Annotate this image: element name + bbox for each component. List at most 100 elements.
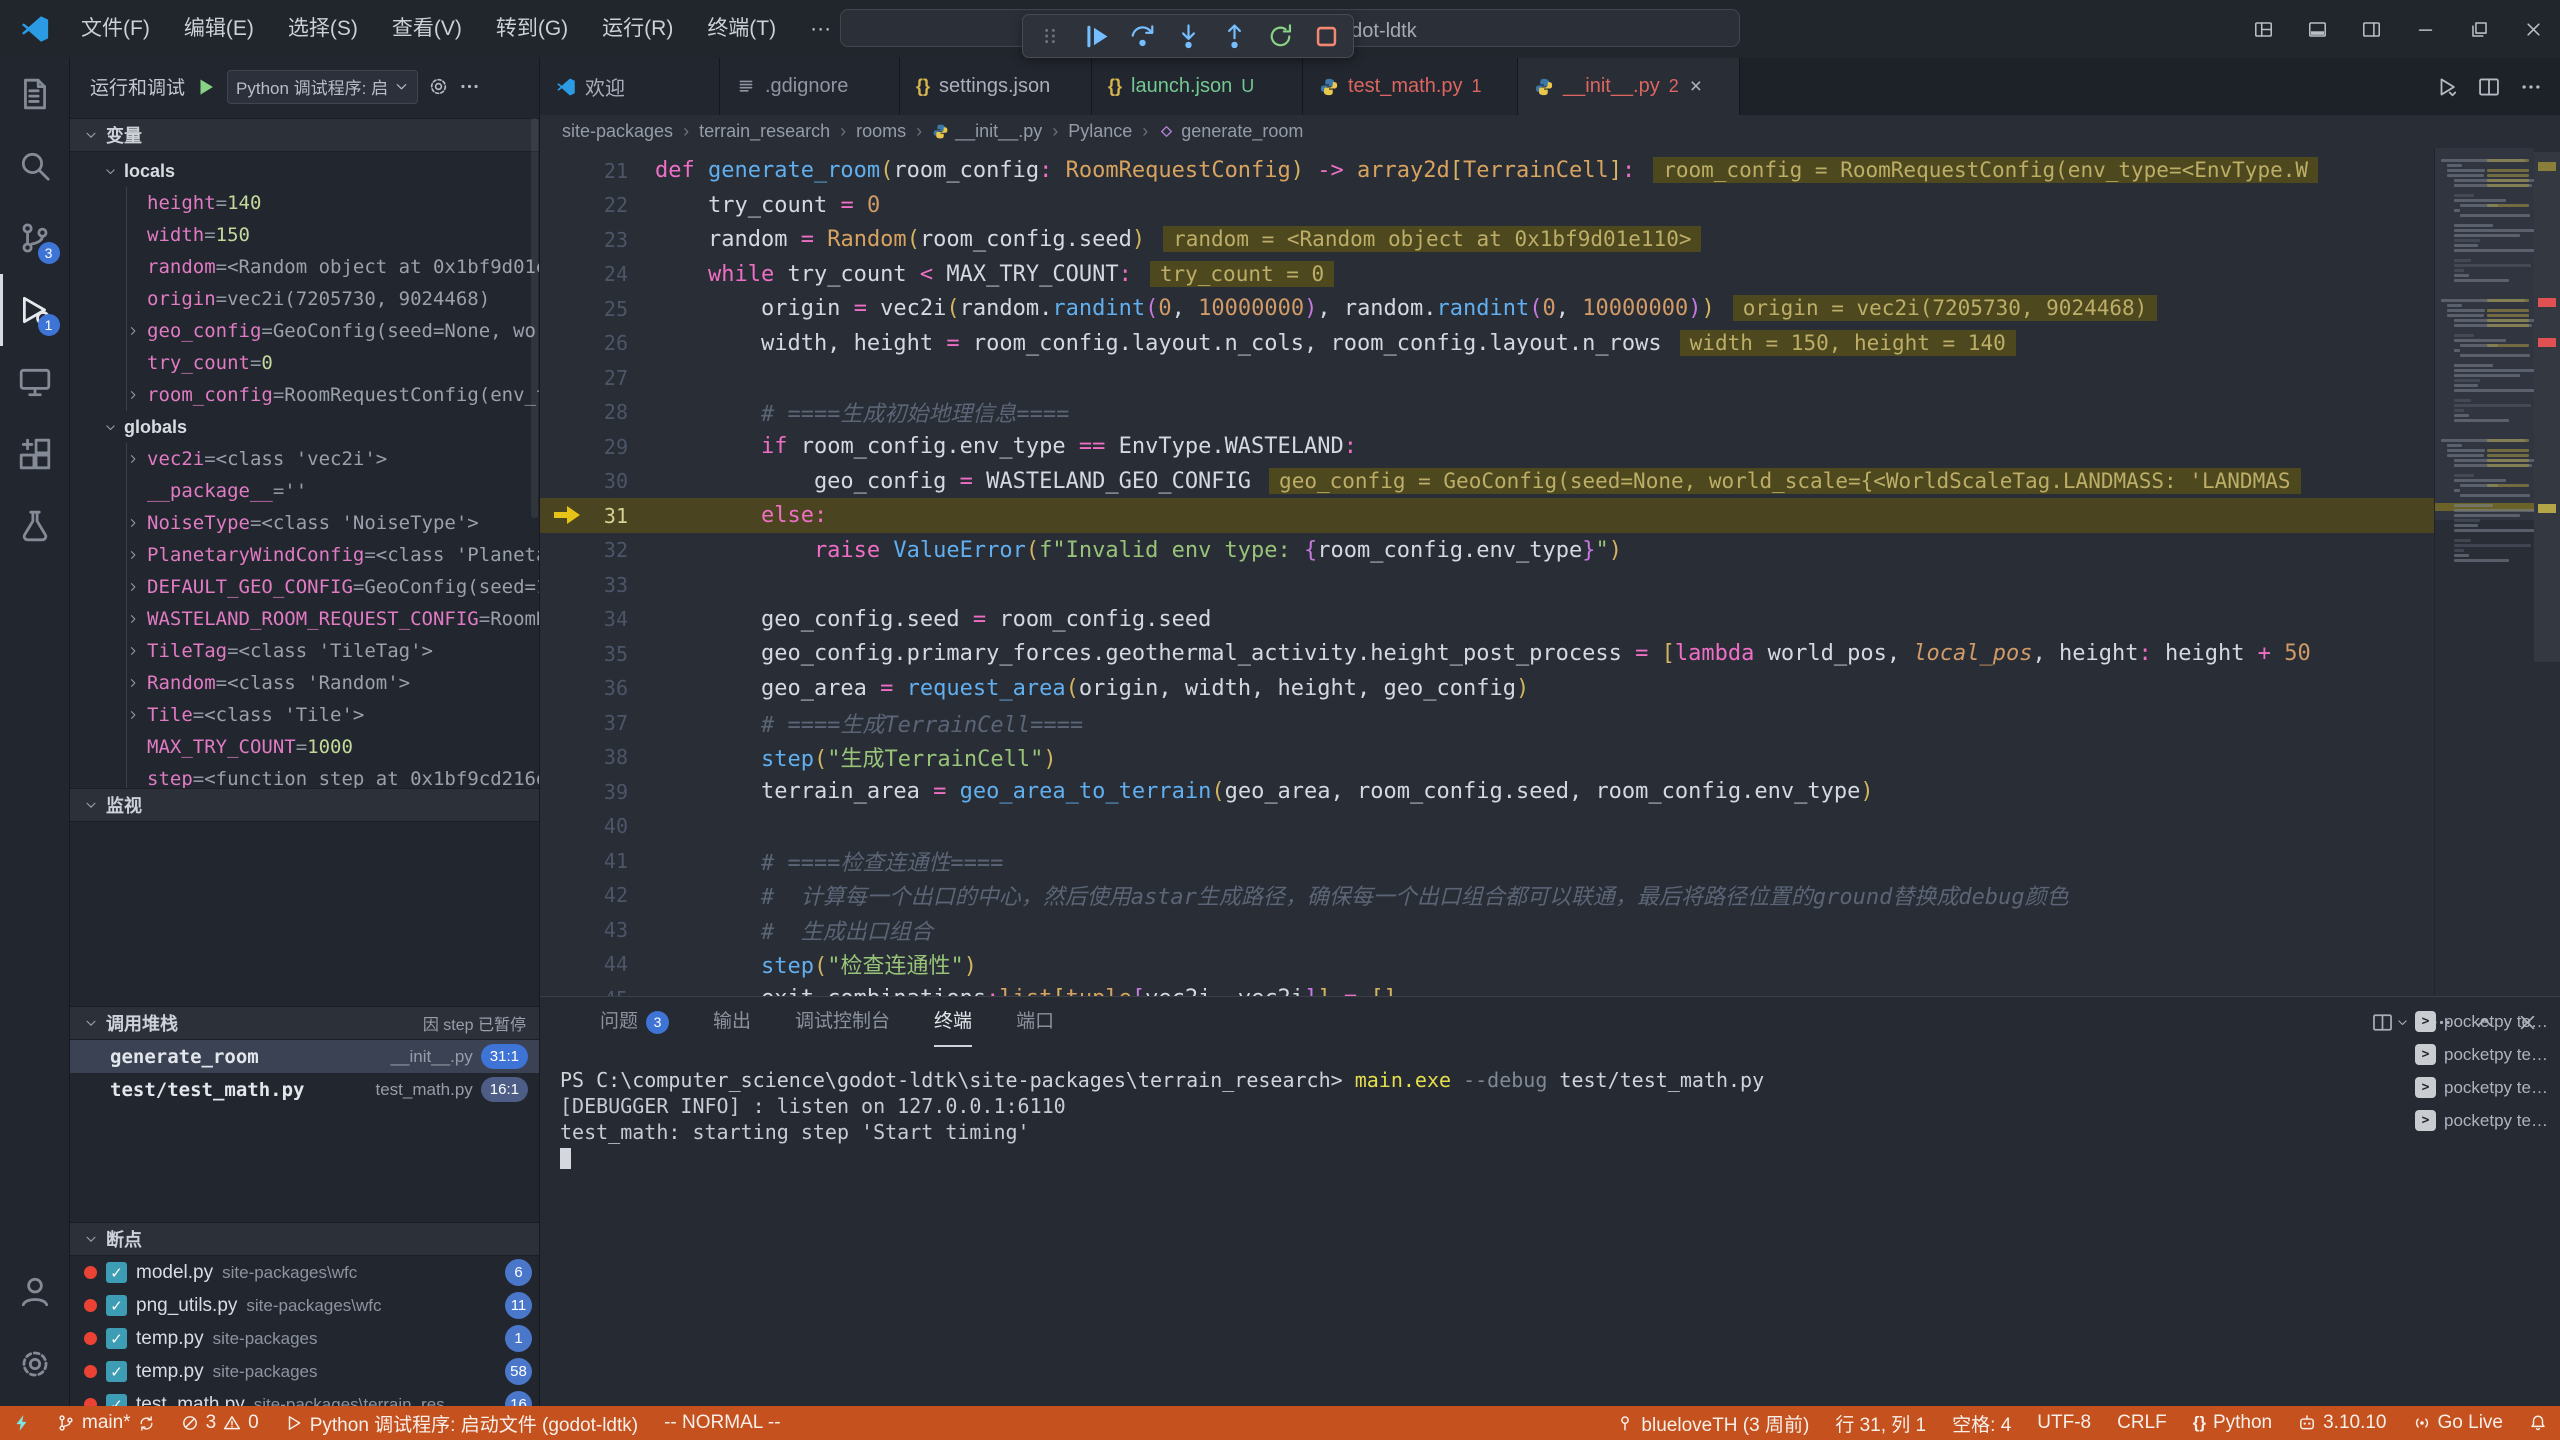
status-go-live[interactable]: Go Live <box>2400 1406 2516 1440</box>
line-number[interactable]: 36 <box>540 676 628 700</box>
status-remote-indicator[interactable] <box>0 1406 44 1440</box>
variable-row[interactable]: PlanetaryWindConfig = <class 'Planeta… <box>70 539 540 571</box>
line-number[interactable]: 27 <box>540 366 628 390</box>
menu-转到(G)[interactable]: 转到(G) <box>479 0 585 58</box>
line-number[interactable]: 23 <box>540 228 628 252</box>
panel-tab-问题[interactable]: 问题3 <box>600 997 669 1047</box>
run-file-button[interactable] <box>2436 76 2458 98</box>
status-indentation[interactable]: 空格: 4 <box>1939 1406 2024 1440</box>
terminal-instance[interactable]: >pocketpy te… <box>2415 1005 2560 1038</box>
terminal-instance[interactable]: >pocketpy te… <box>2415 1071 2560 1104</box>
status-problems[interactable]: 30 <box>168 1406 272 1440</box>
line-number[interactable]: 42 <box>540 883 628 907</box>
breadcrumb-item[interactable]: terrain_research <box>699 121 830 142</box>
panel-tab-输出[interactable]: 输出 <box>713 997 751 1047</box>
menu-选择(S)[interactable]: 选择(S) <box>271 0 375 58</box>
menu-运行(R)[interactable]: 运行(R) <box>585 0 690 58</box>
line-number[interactable]: 39 <box>540 780 628 804</box>
breadcrumb-item[interactable]: __init__.py <box>932 121 1042 142</box>
line-number[interactable]: 38 <box>540 745 628 769</box>
tab-.gdignore[interactable]: .gdignore <box>720 58 900 115</box>
line-number[interactable]: 22 <box>540 193 628 217</box>
variable-row[interactable]: random = <Random object at 0x1bf9d01e… <box>70 251 540 283</box>
debug-stop-button[interactable] <box>1311 21 1341 51</box>
terminal-instance[interactable]: >pocketpy te… <box>2415 1038 2560 1071</box>
activity-accounts[interactable] <box>0 1256 70 1328</box>
code-line[interactable]: 26 width, height = room_config.layout.n_… <box>540 326 2560 361</box>
breakpoint-row[interactable]: ✓temp.pysite-packages58 <box>70 1355 540 1388</box>
code-line[interactable]: 21def generate_room(room_config: RoomReq… <box>540 153 2560 188</box>
restore-button[interactable] <box>2452 0 2506 58</box>
status-eol-sequence[interactable]: CRLF <box>2104 1406 2180 1440</box>
line-number[interactable]: 41 <box>540 849 628 873</box>
section-callstack[interactable]: 调用堆栈因 step 已暂停 <box>70 1006 540 1040</box>
variable-row[interactable]: MAX_TRY_COUNT = 1000 <box>70 731 540 763</box>
code-editor[interactable]: 2021def generate_room(room_config: RoomR… <box>540 148 2560 996</box>
close-icon[interactable]: × <box>1690 75 1702 99</box>
variable-row[interactable]: TileTag = <class 'TileTag'> <box>70 635 540 667</box>
code-line[interactable]: 39 terrain_area = geo_area_to_terrain(ge… <box>540 774 2560 809</box>
code-line[interactable]: 25 origin = vec2i(random.randint(0, 1000… <box>540 291 2560 326</box>
line-number[interactable]: 25 <box>540 297 628 321</box>
debug-continue-button[interactable] <box>1081 21 1111 51</box>
breakpoint-checkbox[interactable]: ✓ <box>106 1295 127 1316</box>
code-line[interactable]: 28 # ====生成初始地理信息==== <box>540 395 2560 430</box>
variable-row[interactable]: Random = <class 'Random'> <box>70 667 540 699</box>
debug-restart-button[interactable] <box>1265 21 1295 51</box>
breakpoint-checkbox[interactable]: ✓ <box>106 1328 127 1349</box>
code-line[interactable]: 31 else: <box>540 498 2560 533</box>
line-number[interactable]: 30 <box>540 469 628 493</box>
variable-row[interactable]: geo_config = GeoConfig(seed=None, wor… <box>70 315 540 347</box>
section-variables[interactable]: 变量 <box>70 118 540 152</box>
section-breakpoints[interactable]: 断点 <box>70 1222 540 1256</box>
layout-grid-button[interactable] <box>2236 0 2290 58</box>
variable-row[interactable]: origin = vec2i(7205730, 9024468) <box>70 283 540 315</box>
terminal-split-button[interactable] <box>2372 1012 2409 1033</box>
activity-run-and-debug[interactable]: 1 <box>0 274 70 346</box>
code-line[interactable]: 36 geo_area = request_area(origin, width… <box>540 671 2560 706</box>
status-notifications-bell[interactable] <box>2516 1406 2560 1440</box>
activity-remote-explorer[interactable] <box>0 346 70 418</box>
split-editor-button[interactable] <box>2478 76 2500 98</box>
breadcrumb-item[interactable]: rooms <box>856 121 906 142</box>
minimap[interactable] <box>2434 148 2534 996</box>
gear-icon[interactable] <box>428 76 449 97</box>
variable-row[interactable]: NoiseType = <class 'NoiseType'> <box>70 507 540 539</box>
more-actions-icon[interactable] <box>459 76 480 97</box>
menu-查看(V)[interactable]: 查看(V) <box>375 0 479 58</box>
start-debug-icon[interactable] <box>195 76 217 98</box>
activity-search[interactable] <box>0 130 70 202</box>
status-git-branch[interactable]: main* <box>44 1406 168 1440</box>
toolbar-grip-icon[interactable] <box>1035 21 1065 51</box>
variable-row[interactable]: try_count = 0 <box>70 347 540 379</box>
line-number[interactable]: 35 <box>540 642 628 666</box>
tab-欢迎[interactable]: 欢迎 <box>540 58 720 115</box>
breakpoint-checkbox[interactable]: ✓ <box>106 1361 127 1382</box>
line-number[interactable]: 24 <box>540 262 628 286</box>
line-number[interactable]: 33 <box>540 573 628 597</box>
variable-row[interactable]: __package__ = '' <box>70 475 540 507</box>
activity-testing[interactable] <box>0 490 70 562</box>
variable-row[interactable]: DEFAULT_GEO_CONFIG = GeoConfig(seed=1… <box>70 571 540 603</box>
variable-row[interactable]: vec2i = <class 'vec2i'> <box>70 443 540 475</box>
code-line[interactable]: 33 <box>540 567 2560 602</box>
activity-source-control[interactable]: 3 <box>0 202 70 274</box>
callstack-frame[interactable]: generate_room__init__.py31:1 <box>70 1040 540 1073</box>
menu-文件(F)[interactable]: 文件(F) <box>64 0 167 58</box>
debug-step-out-button[interactable] <box>1219 21 1249 51</box>
breakpoint-row[interactable]: ✓png_utils.pysite-packages\wfc11 <box>70 1289 540 1322</box>
variable-row[interactable]: WASTELAND_ROOM_REQUEST_CONFIG = RoomR… <box>70 603 540 635</box>
code-line[interactable]: 43 # 生成出口组合 <box>540 912 2560 947</box>
variable-scope[interactable]: globals <box>70 411 540 443</box>
variable-row[interactable]: width = 150 <box>70 219 540 251</box>
variable-row[interactable]: room_config = RoomRequestConfig(env_t… <box>70 379 540 411</box>
line-number[interactable]: 44 <box>540 952 628 976</box>
debug-step-over-button[interactable] <box>1127 21 1157 51</box>
section-watch[interactable]: 监视 <box>70 788 540 822</box>
line-number[interactable]: 28 <box>540 400 628 424</box>
status-debug-configuration[interactable]: Python 调试程序: 启动文件 (godot-ldtk) <box>272 1406 651 1440</box>
breadcrumb-item[interactable]: generate_room <box>1158 121 1303 142</box>
toggle-secondary-sidebar-button[interactable] <box>2344 0 2398 58</box>
breadcrumb-item[interactable]: Pylance <box>1068 121 1132 142</box>
code-line[interactable]: 23 random = Random(room_config.seed)rand… <box>540 222 2560 257</box>
